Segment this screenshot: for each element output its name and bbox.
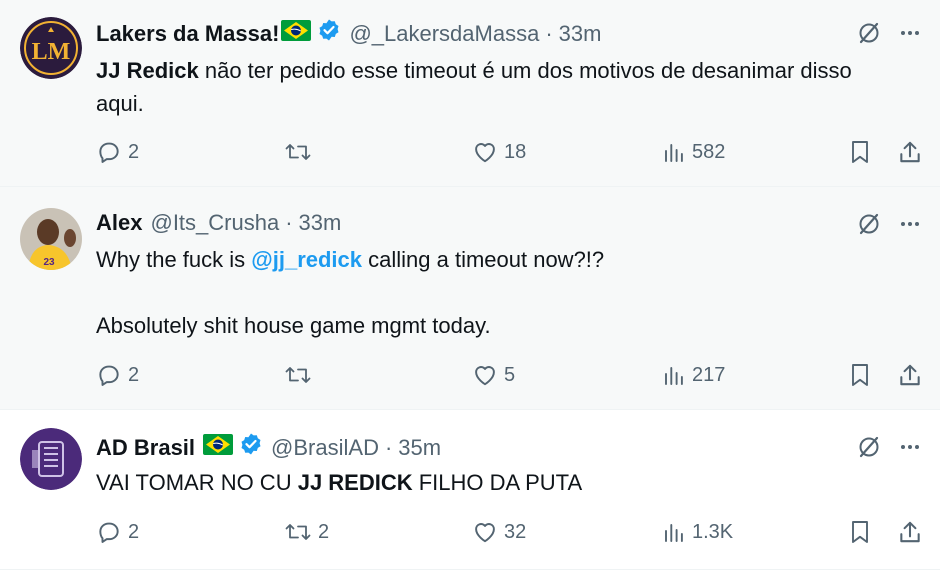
views-count: 582 (692, 140, 726, 163)
text-bold-name: JJ REDICK (297, 470, 413, 495)
like-count: 5 (504, 363, 516, 386)
text-content: VAI TOMAR NO CU (96, 470, 298, 495)
like-button[interactable]: 32 (472, 519, 526, 545)
tweet-actions: 2 2 32 1.3K (96, 517, 922, 547)
views-button[interactable]: 1.3K (662, 520, 733, 544)
share-button[interactable] (897, 139, 923, 165)
user-handle[interactable]: @BrasilAD (271, 434, 379, 462)
reply-icon (99, 365, 119, 386)
timestamp[interactable]: 35m (398, 434, 441, 462)
more-options-icon[interactable] (898, 435, 922, 459)
tweet-text: JJ Redick não ter pedido esse timeout é … (96, 54, 900, 120)
tweet-text: VAI TOMAR NO CU JJ REDICK FILHO DA PUTA (96, 466, 900, 499)
timestamp[interactable]: 33m (559, 20, 602, 48)
views-count: 1.3K (692, 520, 734, 543)
tweet-text: Why the fuck is @jj_redick calling a tim… (96, 243, 900, 342)
reply-icon (99, 522, 119, 543)
bookmark-icon (852, 364, 868, 386)
separator-dot: · (545, 20, 553, 46)
bookmark-button[interactable] (848, 519, 872, 545)
share-icon (900, 141, 920, 163)
brazil-flag-icon (203, 433, 234, 462)
heart-icon (475, 366, 495, 386)
reply-button[interactable]: 2 (96, 139, 139, 165)
tweet[interactable]: 23 Alex @Its_Crusha · 33m Why the fuck i… (0, 187, 940, 410)
bookmark-button[interactable] (848, 362, 872, 388)
heart-icon (475, 143, 495, 163)
display-name[interactable]: AD Brasil (96, 434, 195, 462)
retweet-icon (285, 524, 311, 540)
share-icon (900, 364, 920, 386)
text-content: FILHO DA PUTA (412, 470, 583, 495)
retweet-button[interactable] (284, 362, 318, 388)
text-content: Absolutely shit house game mgmt today. (96, 313, 491, 338)
text-content: calling a timeout now?!? (362, 247, 605, 272)
share-icon (900, 521, 920, 543)
text-bold-name: JJ Redick (96, 58, 199, 83)
tweet-header: AD Brasil @BrasilAD · 35m (96, 432, 441, 463)
reply-icon (99, 142, 119, 163)
display-name[interactable]: Alex (96, 209, 142, 237)
tweet-top-actions (856, 211, 922, 237)
reply-count: 2 (128, 363, 140, 386)
reply-button[interactable]: 2 (96, 519, 139, 545)
retweet-button[interactable] (284, 139, 318, 165)
retweet-button[interactable]: 2 (284, 519, 329, 545)
share-button[interactable] (897, 362, 923, 388)
views-chart-icon (665, 367, 683, 385)
grok-icon[interactable] (856, 434, 882, 460)
heart-icon (475, 523, 495, 543)
bookmark-icon (852, 521, 868, 543)
tweet[interactable]: AD Brasil @BrasilAD · 35m VAI TOMAR NO C… (0, 410, 940, 570)
avatar-logo-text: LM (32, 39, 71, 65)
avatar[interactable]: LM (20, 17, 82, 79)
verified-badge-icon[interactable] (317, 18, 341, 49)
bookmark-icon (852, 141, 868, 163)
views-button[interactable]: 582 (662, 140, 725, 164)
display-name[interactable]: Lakers da Massa! (96, 20, 279, 48)
reply-count: 2 (128, 140, 140, 163)
tweet-header: Alex @Its_Crusha · 33m (96, 209, 341, 237)
separator-dot: · (285, 210, 293, 235)
separator-dot: · (384, 434, 393, 460)
like-count: 18 (504, 140, 527, 163)
tweet[interactable]: LM Lakers da Massa! @_LakersdaMassa · 33… (0, 0, 940, 187)
avatar[interactable] (20, 428, 82, 490)
retweet-icon (285, 367, 311, 383)
like-button[interactable]: 5 (472, 362, 515, 388)
user-handle[interactable]: @Its_Crusha (150, 209, 279, 237)
mention-link[interactable]: @jj_redick (251, 247, 362, 272)
more-options-icon[interactable] (898, 212, 922, 236)
text-content: não ter pedido esse timeout é um dos mot… (96, 58, 852, 116)
more-options-icon[interactable] (898, 21, 922, 45)
like-button[interactable]: 18 (472, 139, 526, 165)
text-content: Why the fuck is (96, 247, 252, 272)
user-handle[interactable]: @_LakersdaMassa (349, 20, 539, 48)
svg-text:23: 23 (43, 257, 55, 268)
verified-badge-icon[interactable] (239, 432, 263, 463)
like-count: 32 (504, 520, 527, 543)
views-count: 217 (692, 363, 726, 386)
grok-icon[interactable] (856, 20, 882, 46)
views-chart-icon (665, 524, 683, 542)
tweet-header: Lakers da Massa! @_LakersdaMassa · 33m (96, 18, 601, 49)
grok-icon[interactable] (856, 211, 882, 237)
tweet-top-actions (856, 20, 922, 46)
reply-count: 2 (128, 520, 140, 543)
bookmark-button[interactable] (848, 139, 872, 165)
tweet-actions: 2 5 217 (96, 360, 922, 390)
reply-button[interactable]: 2 (96, 362, 139, 388)
retweet-icon (285, 144, 311, 160)
tweet-actions: 2 18 582 (96, 137, 922, 167)
views-chart-icon (665, 144, 683, 162)
views-button[interactable]: 217 (662, 363, 725, 387)
brazil-flag-icon (281, 19, 312, 48)
share-button[interactable] (897, 519, 923, 545)
timestamp[interactable]: 33m (299, 209, 342, 237)
avatar[interactable]: 23 (20, 208, 82, 270)
tweet-top-actions (856, 434, 922, 460)
retweet-count: 2 (318, 520, 330, 543)
